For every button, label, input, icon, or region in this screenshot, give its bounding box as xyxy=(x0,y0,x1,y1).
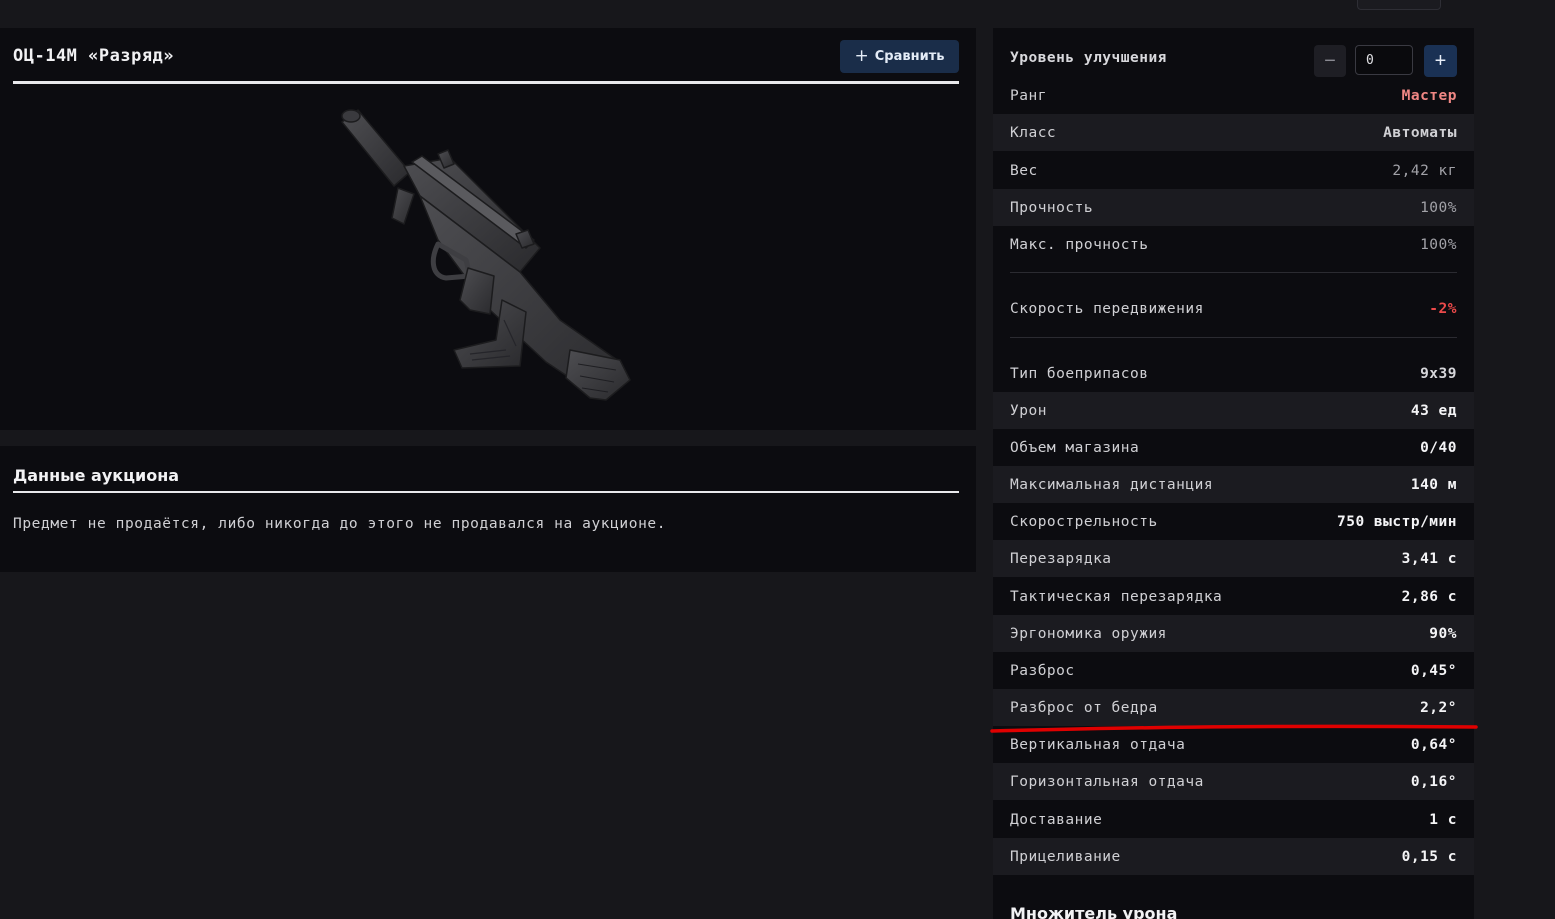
stat-row-weight: Вес 2,42 кг xyxy=(993,152,1474,189)
stat-value: 3,41 с xyxy=(1401,550,1457,567)
stat-label: Прицеливание xyxy=(1010,848,1121,865)
stat-row-hip-spread: Разброс от бедра 2,2° xyxy=(993,689,1474,726)
upgrade-level-label: Уровень улучшения xyxy=(1010,50,1167,66)
stat-label: Класс xyxy=(1010,124,1057,141)
stat-label: Скорострельность xyxy=(1010,513,1158,530)
stat-label: Объем магазина xyxy=(1010,439,1140,456)
stat-row-max-distance: Максимальная дистанция 140 м xyxy=(993,466,1474,503)
stat-row-magazine: Объем магазина 0/40 xyxy=(993,429,1474,466)
auction-underline xyxy=(13,491,959,493)
stat-value: 2,2° xyxy=(1420,699,1457,716)
stat-value: 1 с xyxy=(1429,811,1457,828)
stat-row-vertical-recoil: Вертикальная отдача 0,64° xyxy=(993,726,1474,763)
stat-row-reload: Перезарядка 3,41 с xyxy=(993,540,1474,577)
stat-row-aim-time: Прицеливание 0,15 с xyxy=(993,838,1474,875)
stat-row-ammo-type: Тип боеприпасов 9x39 xyxy=(993,355,1474,392)
stat-value: 0,15 с xyxy=(1401,848,1457,865)
stat-row-damage: Урон 43 ед xyxy=(993,392,1474,429)
stat-label: Максимальная дистанция xyxy=(1010,476,1214,493)
item-title: ОЦ-14М «Разряд» xyxy=(13,46,175,66)
title-underline xyxy=(13,81,959,84)
stat-value: Автоматы xyxy=(1383,124,1457,141)
stat-row-ergonomics: Эргономика оружия 90% xyxy=(993,615,1474,652)
stat-label: Макс. прочность xyxy=(1010,236,1149,253)
stat-label: Ранг xyxy=(1010,87,1047,104)
upgrade-decrement-button[interactable]: − xyxy=(1314,45,1346,77)
upgrade-level-input[interactable] xyxy=(1355,45,1413,75)
stat-label: Тип боеприпасов xyxy=(1010,365,1149,382)
stat-value: 43 ед xyxy=(1410,402,1457,419)
stat-value: 2,42 кг xyxy=(1392,162,1457,179)
stat-value: 0,16° xyxy=(1410,773,1457,790)
stats-panel: Уровень улучшения − + Ранг Мастер Класс … xyxy=(993,28,1474,919)
stat-row-class: Класс Автоматы xyxy=(993,114,1474,151)
damage-multiplier-heading: Множитель урона xyxy=(1010,904,1178,919)
stat-value: 2,86 с xyxy=(1401,588,1457,605)
auction-panel xyxy=(0,446,976,572)
stat-row-horizontal-recoil: Горизонтальная отдача 0,16° xyxy=(993,763,1474,800)
stat-value: -2% xyxy=(1429,300,1457,317)
stat-label: Доставание xyxy=(1010,811,1103,828)
stat-row-max-durability: Макс. прочность 100% xyxy=(993,226,1474,263)
stat-value: 0/40 xyxy=(1420,439,1457,456)
top-control-fragment[interactable] xyxy=(1357,0,1441,10)
auction-title: Данные аукциона xyxy=(13,466,180,485)
stats-divider xyxy=(1010,272,1457,273)
compare-button-label: Сравнить xyxy=(874,49,945,64)
stat-value: 100% xyxy=(1420,236,1457,253)
stat-label: Тактическая перезарядка xyxy=(1010,588,1223,605)
stat-value: 750 выстр/мин xyxy=(1337,513,1457,530)
stat-row-draw-time: Доставание 1 с xyxy=(993,801,1474,838)
stat-row-fire-rate: Скорострельность 750 выстр/мин xyxy=(993,503,1474,540)
stat-label: Скорость передвижения xyxy=(1010,300,1204,317)
stat-value: 140 м xyxy=(1410,476,1457,493)
stat-label: Разброс от бедра xyxy=(1010,699,1158,716)
stat-label: Прочность xyxy=(1010,199,1094,216)
stat-value: 0,64° xyxy=(1410,736,1457,753)
stat-value: 90% xyxy=(1429,625,1457,642)
weapon-image xyxy=(341,109,631,401)
stat-value: Мастер xyxy=(1401,87,1457,104)
auction-message: Предмет не продаётся, либо никогда до эт… xyxy=(13,516,667,532)
stat-row-durability: Прочность 100% xyxy=(993,189,1474,226)
stat-label: Перезарядка xyxy=(1010,550,1112,567)
stat-row-movement-speed: Скорость передвижения -2% xyxy=(993,290,1474,327)
stat-value: 9x39 xyxy=(1420,365,1457,382)
stat-value: 0,45° xyxy=(1410,662,1457,679)
plus-icon: + xyxy=(1434,50,1447,72)
stat-label: Урон xyxy=(1010,402,1047,419)
stat-label: Вертикальная отдача xyxy=(1010,736,1186,753)
minus-icon: − xyxy=(1324,50,1336,72)
stat-row-tactical-reload: Тактическая перезарядка 2,86 с xyxy=(993,578,1474,615)
stat-label: Разброс xyxy=(1010,662,1075,679)
compare-button[interactable]: + Сравнить xyxy=(840,40,959,73)
plus-icon: + xyxy=(854,46,869,66)
stat-label: Эргономика оружия xyxy=(1010,625,1167,642)
stat-value: 100% xyxy=(1420,199,1457,216)
stat-label: Вес xyxy=(1010,162,1038,179)
stat-label: Горизонтальная отдача xyxy=(1010,773,1204,790)
stats-divider xyxy=(1010,337,1457,338)
upgrade-increment-button[interactable]: + xyxy=(1424,45,1457,77)
stat-row-spread: Разброс 0,45° xyxy=(993,652,1474,689)
stat-row-rank: Ранг Мастер xyxy=(993,77,1474,114)
